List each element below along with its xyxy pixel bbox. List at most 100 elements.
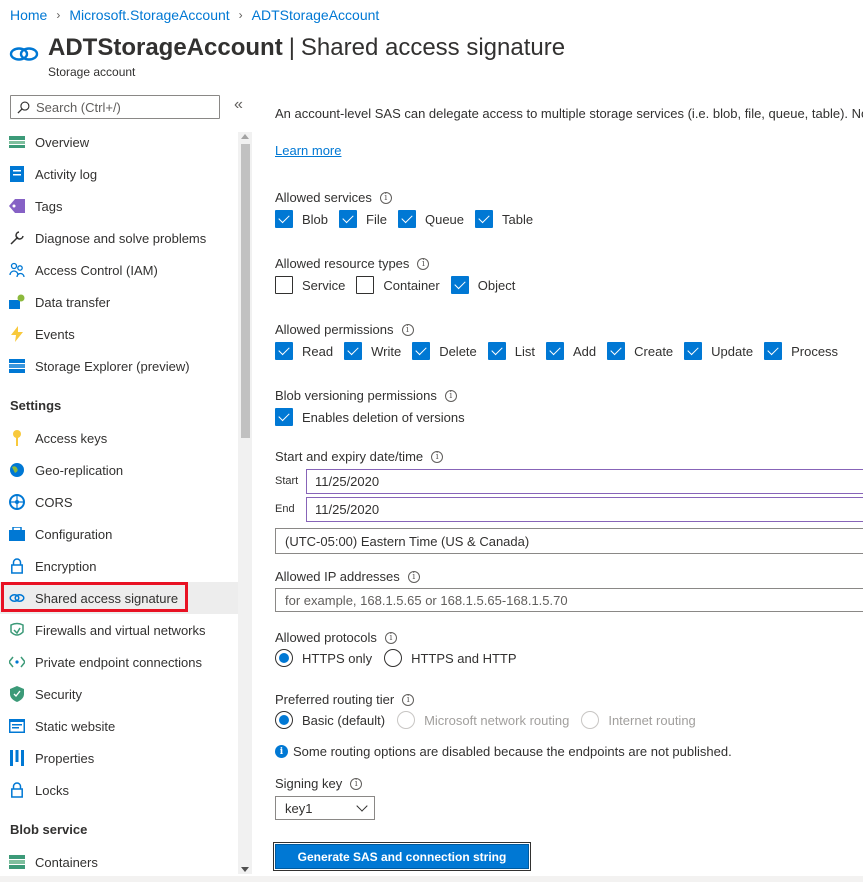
ip-address-input[interactable]: for example, 168.1.5.65 or 168.1.5.65-16… xyxy=(275,588,863,612)
info-icon[interactable]: i xyxy=(401,323,414,336)
sidebar-item-shared-access-signature[interactable]: Shared access signature xyxy=(0,582,238,614)
checkbox-label: Queue xyxy=(424,211,465,227)
checkbox-service[interactable]: Service xyxy=(275,276,345,294)
sidebar-item-overview[interactable]: Overview xyxy=(0,126,238,158)
checkbox-process[interactable]: Process xyxy=(764,342,838,360)
sidebar-scrollbar[interactable] xyxy=(238,132,252,874)
sidebar-item-tags[interactable]: Tags xyxy=(0,190,238,222)
search-placeholder: Search (Ctrl+/) xyxy=(36,99,121,115)
sidebar-item-configuration[interactable]: Configuration xyxy=(0,518,238,550)
start-date-input[interactable]: 11/25/2020 xyxy=(306,468,863,494)
checkbox-box[interactable] xyxy=(764,342,783,360)
checkbox-object[interactable]: Object xyxy=(450,276,515,294)
checkbox-delete[interactable]: Delete xyxy=(412,342,477,360)
checkbox-box[interactable] xyxy=(344,342,363,360)
checkbox-add[interactable]: Add xyxy=(546,342,596,360)
checkbox-box[interactable] xyxy=(684,342,703,360)
info-icon[interactable]: i xyxy=(350,777,363,790)
checkbox-table[interactable]: Table xyxy=(475,210,533,228)
info-icon[interactable]: i xyxy=(402,693,415,706)
info-icon[interactable]: i xyxy=(384,631,397,644)
field-label: Preferred routing tier xyxy=(275,692,395,707)
checkbox-list[interactable]: List xyxy=(487,342,535,360)
info-icon[interactable]: i xyxy=(379,191,392,204)
radio-basic-routing[interactable]: Basic (default) xyxy=(275,711,385,729)
sidebar-item-label: Access keys xyxy=(35,430,108,446)
sidebar-item-iam[interactable]: Access Control (IAM) xyxy=(0,254,238,286)
routing-label: Preferred routing tier i xyxy=(275,692,415,707)
radio-https-and-http[interactable]: HTTPS and HTTP xyxy=(384,649,517,667)
scroll-down-arrow-icon[interactable] xyxy=(241,867,249,872)
checkbox-queue[interactable]: Queue xyxy=(397,210,465,228)
sidebar-item-events[interactable]: Events xyxy=(0,318,238,350)
checkbox-file[interactable]: File xyxy=(339,210,387,228)
sidebar-item-firewalls[interactable]: Firewalls and virtual networks xyxy=(0,614,238,646)
sidebar-item-containers[interactable]: Containers xyxy=(0,846,238,872)
signing-key-value: key1 xyxy=(285,800,313,816)
sidebar-item-security[interactable]: Security xyxy=(0,678,238,710)
info-icon[interactable]: i xyxy=(417,257,430,270)
checkbox-container[interactable]: Container xyxy=(356,276,440,294)
search-input[interactable]: Search (Ctrl+/) xyxy=(10,95,220,119)
sidebar-item-storage-explorer[interactable]: Storage Explorer (preview) xyxy=(0,350,238,382)
checkbox-enable-version-deletion[interactable]: Enables deletion of versions xyxy=(275,408,465,426)
resource-types-label: Allowed resource types i xyxy=(275,256,430,271)
page-header: ADTStorageAccount | Shared access signatur… xyxy=(0,30,863,84)
info-icon[interactable]: i xyxy=(444,389,457,402)
sidebar-item-access-keys[interactable]: Access keys xyxy=(0,422,238,454)
checkbox-box[interactable] xyxy=(450,276,469,294)
info-icon[interactable]: i xyxy=(407,570,420,583)
checkbox-write[interactable]: Write xyxy=(344,342,401,360)
checkbox-box[interactable] xyxy=(275,276,293,294)
checkbox-box[interactable] xyxy=(475,210,494,228)
radio-circle[interactable] xyxy=(384,649,403,667)
sidebar-item-locks[interactable]: Locks xyxy=(0,774,238,806)
sidebar-item-activity-log[interactable]: Activity log xyxy=(0,158,238,190)
checkbox-box[interactable] xyxy=(275,342,293,360)
checkbox-box[interactable] xyxy=(487,342,506,360)
breadcrumb-home[interactable]: Home xyxy=(10,7,47,23)
checkbox-box[interactable] xyxy=(356,276,375,294)
checkbox-create[interactable]: Create xyxy=(607,342,673,360)
sidebar-item-encryption[interactable]: Encryption xyxy=(0,550,238,582)
link-icon xyxy=(9,594,25,602)
signing-key-select[interactable]: key1 xyxy=(275,796,375,820)
sidebar-item-label: Data transfer xyxy=(35,294,111,310)
sidebar-item-geo-replication[interactable]: Geo-replication xyxy=(0,454,238,486)
radio-circle[interactable] xyxy=(275,711,293,729)
checkbox-update[interactable]: Update xyxy=(684,342,753,360)
checkbox-box[interactable] xyxy=(607,342,626,360)
checkbox-box[interactable] xyxy=(397,210,416,228)
end-date-input[interactable]: 11/25/2020 xyxy=(306,496,863,522)
checkbox-box[interactable] xyxy=(339,210,358,228)
timezone-select[interactable]: (UTC-05:00) Eastern Time (US & Canada) xyxy=(275,528,863,554)
sidebar-item-diagnose[interactable]: Diagnose and solve problems xyxy=(0,222,238,254)
resource-name: ADTStorageAccount xyxy=(48,34,283,61)
scrollbar-thumb[interactable] xyxy=(241,144,250,438)
sidebar-item-static-website[interactable]: Static website xyxy=(0,710,238,742)
sidebar-item-label: Overview xyxy=(35,134,90,150)
sidebar-item-private-endpoints[interactable]: Private endpoint connections xyxy=(0,646,238,678)
checkbox-blob[interactable]: Blob xyxy=(275,210,328,228)
generate-sas-button[interactable]: Generate SAS and connection string xyxy=(273,842,531,871)
page-subtitle: Storage account xyxy=(48,65,136,79)
collapse-sidebar-button[interactable]: « xyxy=(234,96,243,114)
learn-more-link[interactable]: Learn more xyxy=(275,143,341,158)
info-icon[interactable]: i xyxy=(431,450,444,463)
notice-text: Some routing options are disabled becaus… xyxy=(293,744,732,759)
sidebar-item-cors[interactable]: CORS xyxy=(0,486,238,518)
breadcrumb-storage-account[interactable]: ADTStorageAccount xyxy=(252,7,380,23)
sidebar-item-properties[interactable]: Properties xyxy=(0,742,238,774)
breadcrumb-storage-provider[interactable]: Microsoft.StorageAccount xyxy=(69,7,229,23)
checkbox-box[interactable] xyxy=(275,408,293,426)
checkbox-read[interactable]: Read xyxy=(275,342,333,360)
sidebar-item-data-transfer[interactable]: Data transfer xyxy=(0,286,238,318)
checkbox-box[interactable] xyxy=(275,210,293,228)
radio-circle[interactable] xyxy=(275,649,293,667)
checkbox-box[interactable] xyxy=(546,342,564,360)
allowed-services-group: Blob File Queue Table xyxy=(275,210,544,228)
checkbox-box[interactable] xyxy=(412,342,431,360)
radio-https-only[interactable]: HTTPS only xyxy=(275,649,372,667)
sidebar-item-label: Static website xyxy=(35,718,116,734)
scroll-up-arrow-icon[interactable] xyxy=(241,134,249,139)
